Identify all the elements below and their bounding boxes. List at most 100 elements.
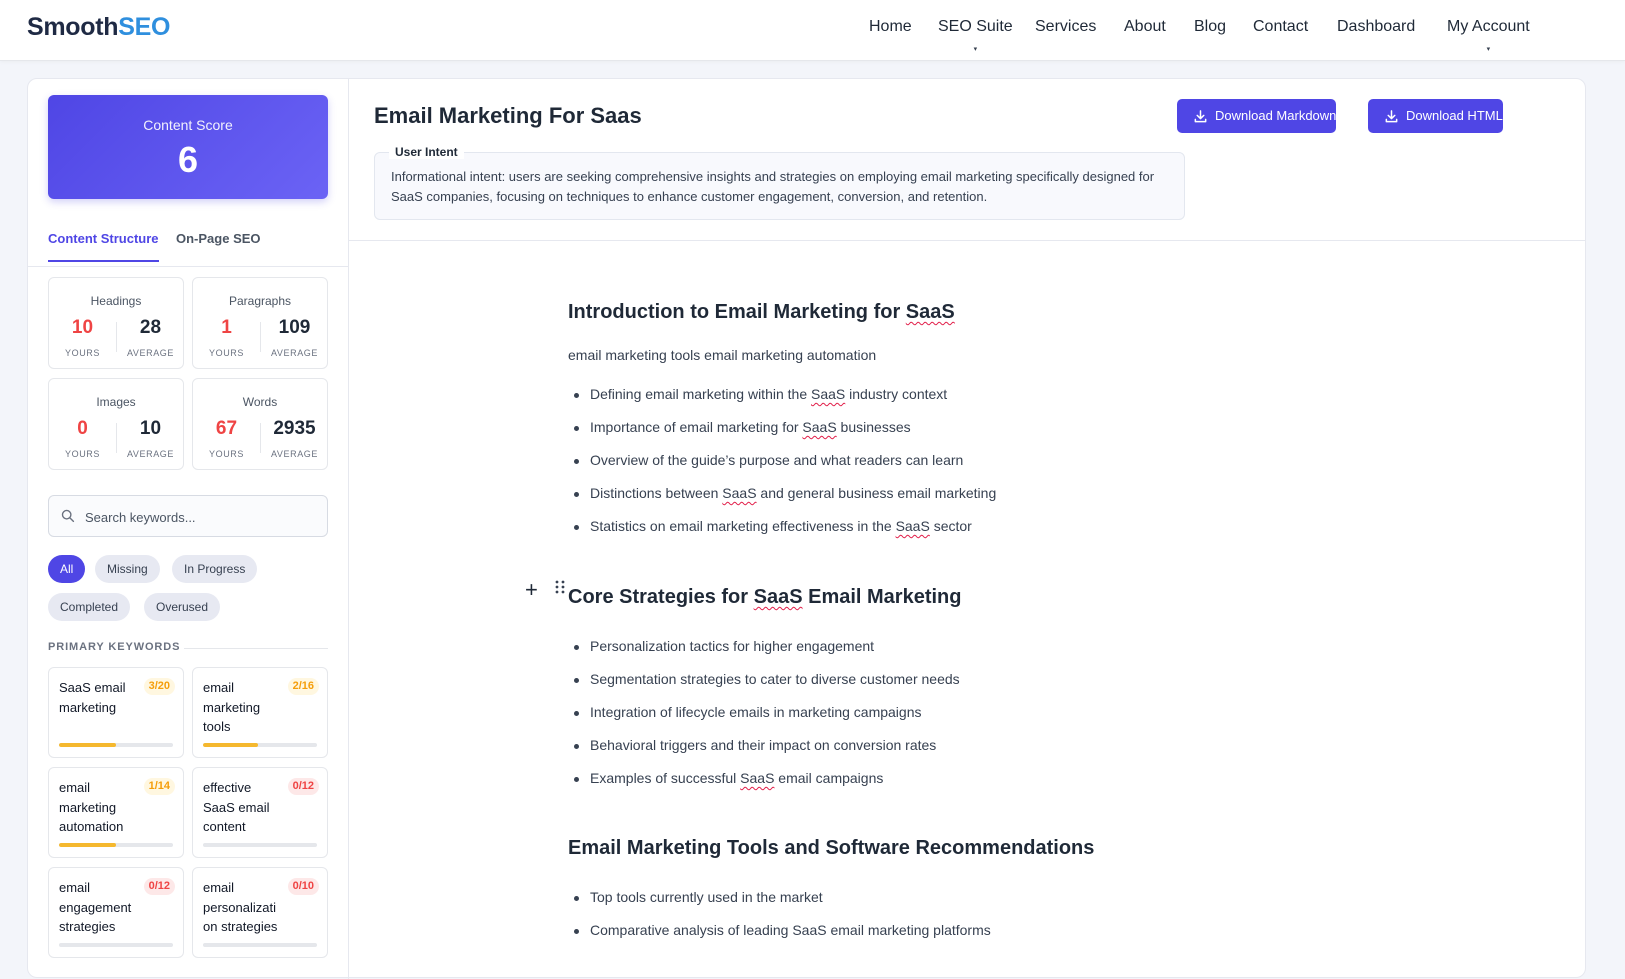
keyword-card[interactable]: effective SaaS email content 0/12	[192, 767, 328, 858]
keyword-count-badge: 0/12	[287, 778, 319, 795]
bullet-item[interactable]: Top tools currently used in the market	[574, 889, 823, 905]
section-heading[interactable]: Introduction to Email Marketing for SaaS	[568, 301, 955, 324]
drag-handle-icon[interactable]	[554, 579, 566, 595]
filter-overused[interactable]: Overused	[144, 593, 221, 621]
keyword-name: email engagement strategies	[59, 880, 132, 934]
keyword-card[interactable]: email marketing tools 2/16	[192, 667, 328, 758]
section-heading[interactable]: Core Strategies for SaaS Email Marketing	[568, 586, 961, 609]
keyword-card[interactable]: email personalizati on strategies 0/10	[192, 867, 328, 958]
spellcheck-flagged-word: SaaS	[753, 586, 803, 608]
keyword-card[interactable]: email engagement strategies 0/12	[48, 867, 184, 958]
keyword-count-badge: 0/10	[287, 878, 319, 895]
nav-blog[interactable]: Blog	[1194, 18, 1226, 36]
text-run: Statistics on email marketing effectiven…	[590, 518, 896, 534]
spellcheck-flagged-word: SaaS	[905, 301, 955, 323]
brand-logo[interactable]: SmoothSEO	[27, 13, 170, 42]
text-run: Integration of lifecycle emails in marke…	[590, 704, 922, 720]
brand-part-2: SEO	[118, 13, 171, 41]
keyword-progress-track	[203, 843, 317, 847]
stat-yours: 1	[221, 317, 232, 338]
text-run: businesses	[836, 419, 911, 435]
download-markdown-button[interactable]: Download Markdown	[1177, 99, 1337, 133]
keyword-card[interactable]: email marketing automation 1/14	[48, 767, 184, 858]
keyword-progress-track	[203, 943, 317, 947]
bullet-item[interactable]: Statistics on email marketing effectiven…	[574, 518, 972, 534]
keyword-name: email marketing automation	[59, 780, 124, 834]
download-markdown-label: Download Markdown	[1215, 108, 1337, 123]
stat-average-caption: AVERAGE	[270, 449, 319, 459]
nav-dashboard[interactable]: Dashboard	[1337, 18, 1415, 36]
nav-seo-suite[interactable]: SEO Suite ▾	[938, 18, 1013, 53]
stat-words: Words 67 2935 YOURS AVERAGE	[192, 378, 328, 470]
stat-yours-caption: YOURS	[208, 449, 244, 459]
keyword-search	[48, 495, 328, 537]
bullet-item[interactable]: Overview of the guide’s purpose and what…	[573, 452, 963, 468]
stat-yours: 10	[71, 317, 94, 338]
stat-yours-caption: YOURS	[64, 348, 100, 358]
download-html-label: Download HTML	[1406, 108, 1503, 123]
header-divider	[349, 240, 1586, 241]
filter-all[interactable]: All	[48, 555, 86, 583]
stat-average-caption: AVERAGE	[126, 348, 175, 358]
keyword-progress-track	[59, 843, 173, 847]
keyword-name: email personalizati on strategies	[203, 880, 278, 934]
keyword-progress-track	[59, 943, 173, 947]
bullet-item[interactable]: Distinctions between SaaS and general bu…	[573, 485, 996, 501]
bullet-item[interactable]: Defining email marketing within the SaaS…	[573, 386, 947, 402]
text-run: Defining email marketing within the	[590, 386, 811, 402]
primary-keywords-heading: PRIMARY KEYWORDS	[48, 641, 181, 653]
text-run: Top tools currently used in the market	[590, 889, 823, 905]
stat-average: 2935	[273, 418, 316, 439]
user-intent-label: User Intent	[389, 145, 464, 159]
bullet-item[interactable]: Segmentation strategies to cater to dive…	[574, 671, 960, 687]
content-score-value: 6	[177, 139, 199, 180]
tab-on-page-seo[interactable]: On-Page SEO	[176, 231, 261, 260]
section-paragraph[interactable]: email marketing tools email marketing au…	[568, 347, 876, 363]
nav-home[interactable]: Home	[869, 18, 912, 36]
bullet-item[interactable]: Personalization tactics for higher engag…	[573, 638, 874, 654]
keyword-name: email marketing tools	[203, 680, 261, 734]
nav-contact[interactable]: Contact	[1253, 18, 1308, 36]
spellcheck-flagged-word: SaaS	[740, 770, 775, 786]
plus-icon[interactable]: +	[525, 577, 538, 603]
nav-label: SEO Suite	[938, 18, 1013, 35]
keyword-progress-track	[59, 743, 173, 747]
stat-title: Words	[242, 395, 278, 409]
nav-services[interactable]: Services	[1035, 18, 1096, 36]
nav-label: Services	[1035, 18, 1097, 35]
document-title: Email Marketing For Saas	[374, 103, 642, 128]
content-score-box: Content Score 6	[48, 95, 328, 199]
bullet-item[interactable]: Comparative analysis of leading SaaS ema…	[574, 922, 991, 938]
bullet-item[interactable]: Integration of lifecycle emails in marke…	[574, 704, 922, 720]
stat-headings: Headings 10 28 YOURS AVERAGE	[48, 277, 184, 369]
text-run: Examples of successful	[590, 770, 741, 786]
filter-missing[interactable]: Missing	[95, 555, 160, 583]
filter-in-progress[interactable]: In Progress	[172, 555, 258, 583]
text-run: email campaigns	[774, 770, 884, 786]
stat-paragraphs: Paragraphs 1 109 YOURS AVERAGE	[192, 277, 328, 369]
nav-about[interactable]: About	[1124, 18, 1166, 36]
filter-completed[interactable]: Completed	[48, 593, 131, 621]
search-keywords-input[interactable]	[85, 506, 315, 528]
bullet-item[interactable]: Examples of successful SaaS email campai…	[573, 770, 884, 786]
analysis-sidebar: Content Score 6 Content Structure On-Pag…	[28, 79, 349, 979]
bullet-item[interactable]: Behavioral triggers and their impact on …	[573, 737, 936, 753]
text-run: Importance of email marketing for	[590, 419, 803, 435]
text-run: Introduction to Email Marketing for	[568, 301, 906, 323]
stat-yours: 67	[215, 418, 238, 439]
spellcheck-flagged-word: SaaS	[895, 518, 930, 534]
download-html-button[interactable]: Download HTML	[1368, 99, 1503, 133]
keyword-count-badge: 1/14	[143, 778, 175, 795]
text-run: Email Marketing Tools and Software Recom…	[568, 837, 1095, 859]
spellcheck-flagged-word: SaaS	[722, 485, 757, 501]
tab-content-structure[interactable]: Content Structure	[48, 231, 159, 262]
section-heading[interactable]: Email Marketing Tools and Software Recom…	[568, 837, 1094, 860]
top-navigation: SmoothSEO Home SEO Suite ▾ Services About…	[0, 0, 1625, 61]
stat-average-caption: AVERAGE	[126, 449, 175, 459]
keyword-card[interactable]: SaaS email marketing 3/20	[48, 667, 184, 758]
nav-my-account[interactable]: My Account ▾	[1447, 18, 1530, 53]
nav-label: About	[1124, 18, 1166, 35]
user-intent-text: Informational intent: users are seeking …	[391, 169, 1155, 204]
chevron-down-icon: ▾	[1486, 46, 1491, 53]
bullet-item[interactable]: Importance of email marketing for SaaS b…	[574, 419, 911, 435]
